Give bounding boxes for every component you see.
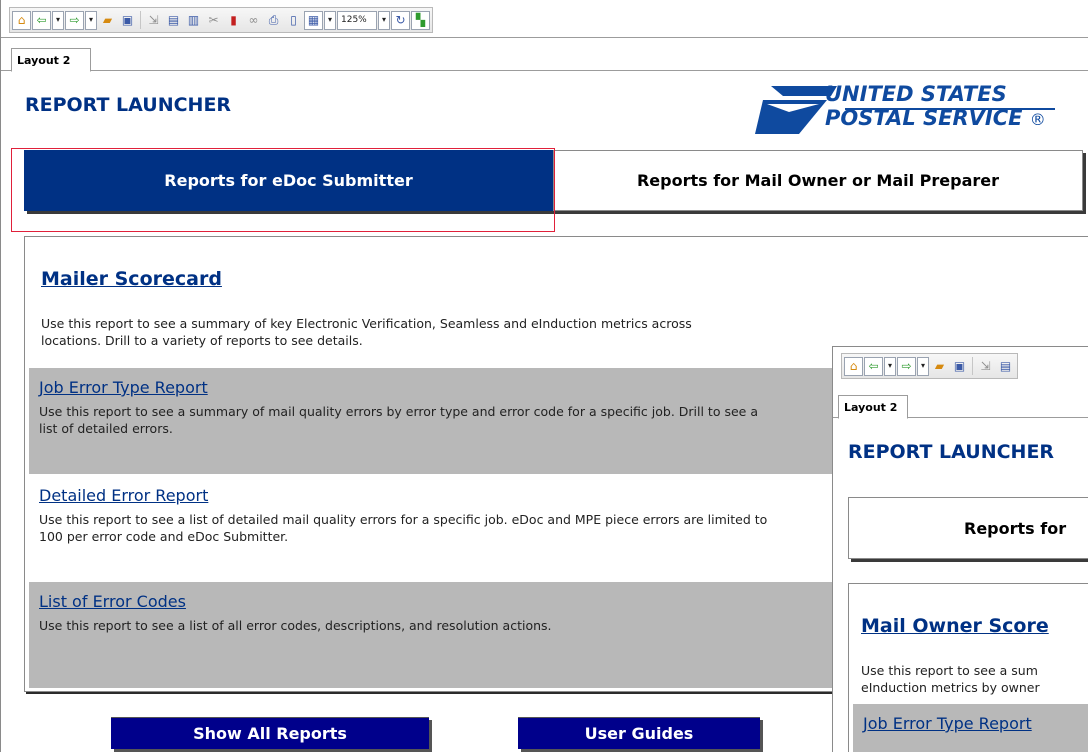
job-error-type-report-link[interactable]: Job Error Type Report [39,378,208,397]
toolbar-separator [140,11,141,29]
report-description: Use this report to see a list of all err… [39,618,552,633]
back-dropdown-icon[interactable]: ▾ [884,356,896,376]
refresh-icon[interactable]: ↻ [391,10,410,30]
tab-mail-owner[interactable]: Reports for Mail Owner or Mail Preparer [553,150,1083,211]
document-icon[interactable]: ▤ [164,11,183,30]
link-icon[interactable]: ∞ [244,11,263,30]
export-icon[interactable]: ⇲ [976,357,995,376]
inset-page-title: REPORT LAUNCHER [848,441,1055,463]
inset-reports-panel: Mail Owner Score Use this report to see … [848,583,1088,752]
page-title: REPORT LAUNCHER [25,94,232,116]
pages-icon[interactable]: ▥ [184,11,203,30]
registered-mark: ® [1029,110,1046,129]
inset-panel-description: Use this report to see a sum eInduction … [861,662,1088,696]
mailer-scorecard-description: Use this report to see a summary of key … [41,316,692,348]
inset-tab-strip: Layout 2 [833,385,1088,419]
open-folder-icon[interactable]: ▰ [930,357,949,376]
cut-icon[interactable]: ✂ [204,11,223,30]
inset-tab-mail-owner[interactable]: Reports for [848,497,1088,559]
report-window: ⌂ ⇦ ▾ ⇨ ▾ ▰ ▣ ⇲ ▤ ▥ ✂ ▮ ∞ ⎙ ▯ ▦ ▾ 125% ▾… [0,0,1088,752]
save-icon[interactable]: ▣ [118,11,137,30]
save-icon[interactable]: ▣ [950,357,969,376]
inset-screenshot: ⌂ ⇦ ▾ ⇨ ▾ ▰ ▣ ⇲ ▤ Layout 2 REPORT LAUNCH… [832,346,1088,752]
inset-desc-line-1: Use this report to see a sum [861,663,1038,678]
list-of-error-codes-link[interactable]: List of Error Codes [39,592,186,611]
pdf-icon[interactable]: ▮ [224,11,243,30]
mailer-scorecard-link[interactable]: Mailer Scorecard [41,268,222,290]
layout-tab-strip: Layout 2 [1,38,1088,72]
zoom-select[interactable]: 125% [337,10,377,30]
toolbar-separator [972,357,973,375]
back-icon[interactable]: ⇦ [32,10,51,30]
user-guides-button[interactable]: User Guides [518,717,760,749]
back-dropdown-icon[interactable]: ▾ [52,10,64,30]
home-icon[interactable]: ⌂ [844,356,863,376]
report-description: Use this report to see a summary of mail… [39,404,758,436]
usps-logo-text: UNITED STATES POSTAL SERVICE ® [825,82,1046,132]
usps-logo: UNITED STATES POSTAL SERVICE ® [753,82,1073,138]
open-folder-icon[interactable]: ▰ [98,11,117,30]
print-icon[interactable]: ⎙ [264,11,283,30]
logo-rule [845,108,1055,110]
inset-desc-line-2: eInduction metrics by owner [861,680,1040,695]
detailed-error-report-link[interactable]: Detailed Error Report [39,486,208,505]
inset-toolbar: ⌂ ⇦ ▾ ⇨ ▾ ▰ ▣ ⇲ ▤ [841,353,1018,379]
forward-icon[interactable]: ⇨ [65,10,84,30]
inset-report-row: Job Error Type Report [853,704,1088,752]
forward-dropdown-icon[interactable]: ▾ [917,356,929,376]
toolbar: ⌂ ⇦ ▾ ⇨ ▾ ▰ ▣ ⇲ ▤ ▥ ✂ ▮ ∞ ⎙ ▯ ▦ ▾ 125% ▾… [1,0,1088,38]
inset-mail-owner-scorecard-link[interactable]: Mail Owner Score [861,615,1049,637]
document-icon[interactable]: ▤ [996,357,1015,376]
forward-dropdown-icon[interactable]: ▾ [85,10,97,30]
tab-edoc-submitter[interactable]: Reports for eDoc Submitter [24,150,553,211]
inset-tab-layout-2[interactable]: Layout 2 [838,395,908,419]
tab-layout-2[interactable]: Layout 2 [11,48,91,72]
report-description: Use this report to see a list of detaile… [39,512,768,544]
page-setup-icon[interactable]: ▯ [284,11,303,30]
layout-icon[interactable]: ▚ [411,10,430,30]
show-all-reports-button[interactable]: Show All Reports [111,717,429,749]
export-icon[interactable]: ⇲ [144,11,163,30]
chart-icon[interactable]: ▦ [304,10,323,30]
inset-job-error-type-report-link[interactable]: Job Error Type Report [863,714,1032,733]
home-icon[interactable]: ⌂ [12,10,31,30]
back-icon[interactable]: ⇦ [864,356,883,376]
forward-icon[interactable]: ⇨ [897,356,916,376]
logo-line-1: UNITED STATES [825,82,1007,106]
zoom-dropdown-icon[interactable]: ▾ [378,10,390,30]
chart-dropdown-icon[interactable]: ▾ [324,10,336,30]
toolbar-button-group: ⌂ ⇦ ▾ ⇨ ▾ ▰ ▣ ⇲ ▤ ▥ ✂ ▮ ∞ ⎙ ▯ ▦ ▾ 125% ▾… [9,7,433,33]
